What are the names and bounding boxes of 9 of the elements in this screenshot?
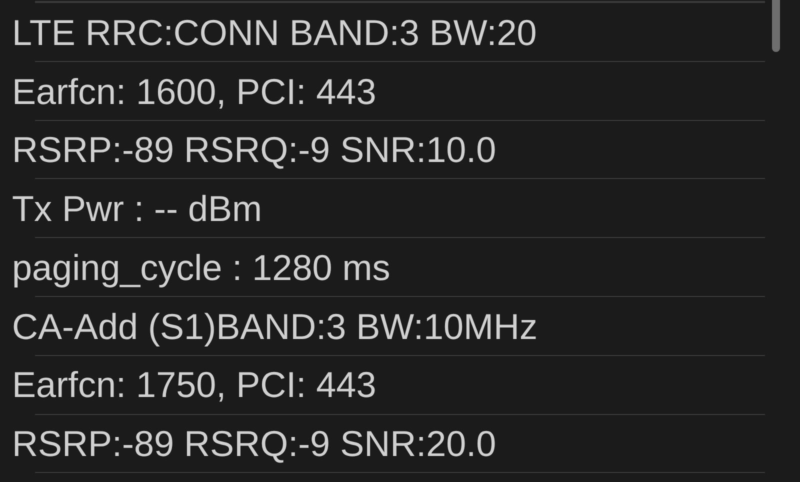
info-line: Earfcn: 1600, PCI: 443	[12, 70, 376, 112]
info-line: RSRP:-89 RSRQ:-9 SNR:10.0	[12, 129, 496, 171]
info-line: RSRP:-89 RSRQ:-9 SNR:20.0	[12, 423, 496, 465]
scrollbar[interactable]	[772, 0, 780, 52]
info-line: LTE RRC:CONN BAND:3 BW:20	[12, 12, 537, 54]
info-line: paging_cycle : 1280 ms	[12, 246, 390, 288]
info-line: Tx Pwr : -- dBm	[12, 188, 262, 230]
info-line: CA-Add (S1)BAND:3 BW:10MHz	[12, 306, 538, 348]
info-line: Earfcn: 1750, PCI: 443	[12, 364, 376, 406]
